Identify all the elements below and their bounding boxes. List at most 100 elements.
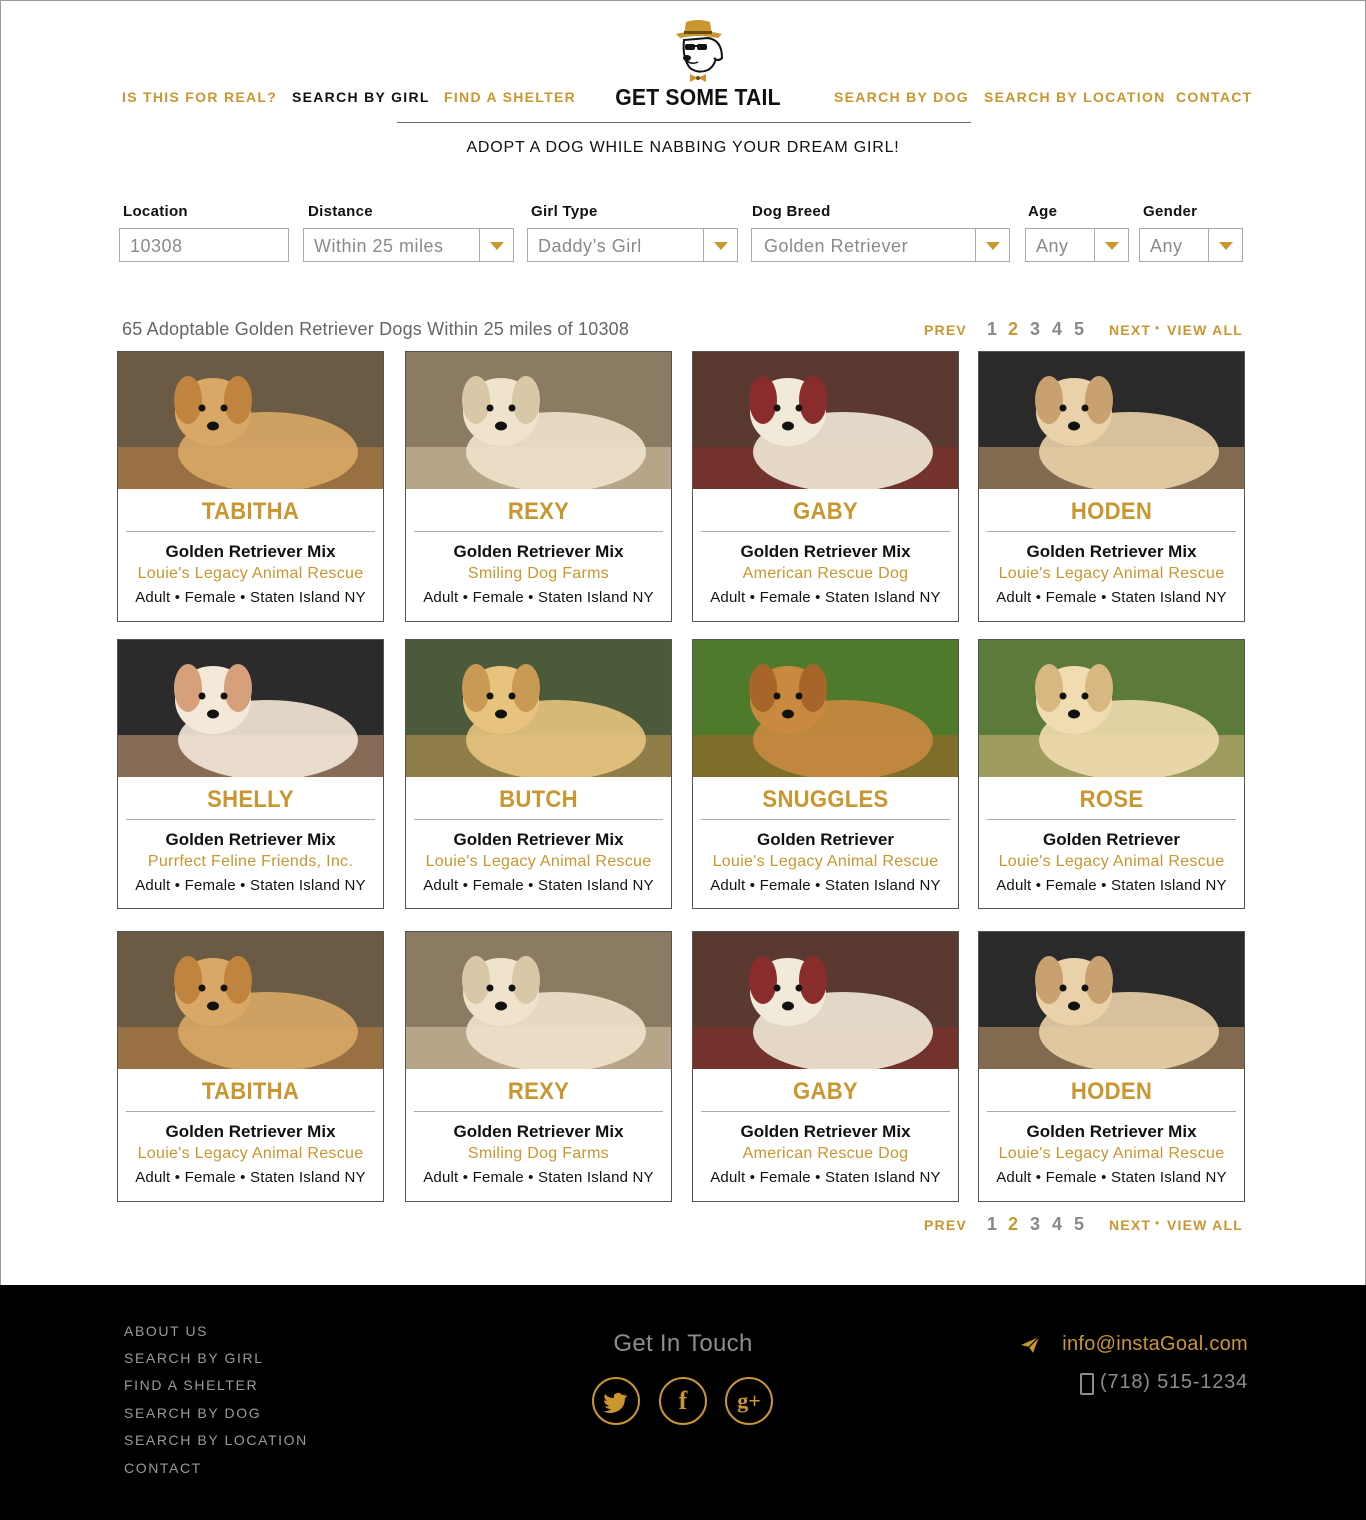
dog-name[interactable]: REXY [417, 1078, 661, 1106]
dog-photo[interactable] [406, 352, 671, 489]
dog-photo[interactable] [979, 932, 1244, 1069]
distance-select[interactable]: Within 25 miles [303, 228, 514, 262]
dog-name[interactable]: HODEN [990, 1078, 1234, 1106]
shelter-link[interactable]: Louie's Legacy Animal Rescue [118, 565, 383, 583]
shelter-link[interactable]: Louie's Legacy Animal Rescue [118, 1145, 383, 1163]
dog-card[interactable]: SNUGGLES Golden Retriever Louie's Legacy A… [692, 639, 959, 909]
page-link-1[interactable]: 1 [987, 319, 997, 340]
shelter-link[interactable]: Smiling Dog Farms [406, 565, 671, 583]
view-all-link[interactable]: VIEW ALL [1167, 1217, 1243, 1233]
dog-card[interactable]: REXY Golden Retriever Mix Smiling Dog Farm… [405, 351, 672, 622]
card-divider [701, 531, 950, 532]
girl-type-select[interactable]: Daddy’s Girl [527, 228, 738, 262]
nav-search-by-girl[interactable]: SEARCH BY GIRL [292, 89, 430, 105]
dog-name[interactable]: GABY [704, 498, 948, 526]
dog-card[interactable]: GABY Golden Retriever Mix American Rescue … [692, 351, 959, 622]
dog-card[interactable]: BUTCH Golden Retriever Mix Louie's Legacy … [405, 639, 672, 909]
card-divider [987, 1111, 1236, 1112]
dog-photo[interactable] [693, 352, 958, 489]
shelter-link[interactable]: Louie's Legacy Animal Rescue [979, 565, 1244, 583]
dog-photo[interactable] [118, 932, 383, 1069]
shelter-link[interactable]: Smiling Dog Farms [406, 1145, 671, 1163]
dog-card[interactable]: ROSE Golden Retriever Louie's Legacy Anima… [978, 639, 1245, 909]
dog-card[interactable]: HODEN Golden Retriever Mix Louie's Legacy … [978, 351, 1245, 622]
dog-photo[interactable] [693, 640, 958, 777]
page-link-4[interactable]: 4 [1052, 1214, 1062, 1235]
dog-name[interactable]: TABITHA [129, 498, 373, 526]
shelter-link[interactable]: Louie's Legacy Animal Rescue [693, 853, 958, 871]
page-link-4[interactable]: 4 [1052, 319, 1062, 340]
shelter-link[interactable]: Louie's Legacy Animal Rescue [979, 1145, 1244, 1163]
footer-link-contact[interactable]: CONTACT [124, 1460, 202, 1476]
shelter-link[interactable]: Louie's Legacy Animal Rescue [406, 853, 671, 871]
send-icon [1021, 1336, 1040, 1353]
dog-breed: Golden Retriever Mix [1026, 1122, 1197, 1141]
dog-breed-select[interactable]: Golden Retriever [751, 228, 1010, 262]
dog-breed-label: Dog Breed [752, 203, 831, 220]
shelter-link[interactable]: American Rescue Dog [693, 1145, 958, 1163]
footer-link-search-by-dog[interactable]: SEARCH BY DOG [124, 1405, 261, 1421]
page-link-3[interactable]: 3 [1030, 319, 1040, 340]
google-plus-icon[interactable]: g+ [725, 1377, 773, 1425]
dog-card[interactable]: REXY Golden Retriever Mix Smiling Dog Farm… [405, 931, 672, 1202]
dog-card[interactable]: HODEN Golden Retriever Mix Louie's Legacy … [978, 931, 1245, 1202]
nav-is-this-for-real[interactable]: IS THIS FOR REAL? [122, 89, 277, 105]
pagination-bottom: PREV 1 2 3 4 5 NEXT • VIEW ALL [924, 1214, 1244, 1236]
page-link-1[interactable]: 1 [987, 1214, 997, 1235]
dog-card[interactable]: SHELLY Golden Retriever Mix Purrfect Felin… [117, 639, 384, 909]
prev-page-link[interactable]: PREV [924, 322, 967, 338]
facebook-icon[interactable]: f [659, 1377, 707, 1425]
dog-photo[interactable] [406, 640, 671, 777]
page-link-5[interactable]: 5 [1074, 1214, 1084, 1235]
shelter-link[interactable]: American Rescue Dog [693, 565, 958, 583]
site-logo[interactable]: GET SOME TAIL [560, 18, 836, 118]
next-page-link[interactable]: NEXT [1109, 1217, 1151, 1233]
gender-select[interactable]: Any [1139, 228, 1243, 262]
contact-email[interactable]: info@instaGoal.com [1020, 1333, 1248, 1357]
dog-breed: Golden Retriever Mix [453, 1122, 624, 1141]
dog-photo[interactable] [979, 352, 1244, 489]
dog-card[interactable]: TABITHA Golden Retriever Mix Louie's Legac… [117, 931, 384, 1202]
nav-search-by-location[interactable]: SEARCH BY LOCATION [984, 89, 1166, 105]
dog-name[interactable]: GABY [704, 1078, 948, 1106]
dog-card[interactable]: GABY Golden Retriever Mix American Rescue … [692, 931, 959, 1202]
dog-photo[interactable] [979, 640, 1244, 777]
dog-name[interactable]: REXY [417, 498, 661, 526]
location-input[interactable]: 10308 [119, 228, 289, 262]
dog-name[interactable]: SNUGGLES [704, 786, 948, 814]
page-link-3[interactable]: 3 [1030, 1214, 1040, 1235]
dog-name[interactable]: BUTCH [417, 786, 661, 814]
shelter-link[interactable]: Purrfect Feline Friends, Inc. [118, 853, 383, 871]
shelter-link[interactable]: Louie's Legacy Animal Rescue [979, 853, 1244, 871]
page-link-2[interactable]: 2 [1008, 319, 1018, 340]
dog-name[interactable]: SHELLY [129, 786, 373, 814]
dog-photo[interactable] [118, 352, 383, 489]
dog-name[interactable]: ROSE [990, 786, 1234, 814]
dog-photo[interactable] [406, 932, 671, 1069]
dog-photo[interactable] [693, 932, 958, 1069]
next-page-link[interactable]: NEXT [1109, 322, 1151, 338]
age-select[interactable]: Any [1025, 228, 1129, 262]
dog-name[interactable]: HODEN [990, 498, 1234, 526]
footer-link-find-a-shelter[interactable]: FIND A SHELTER [124, 1377, 258, 1393]
dog-card[interactable]: TABITHA Golden Retriever Mix Louie's Legac… [117, 351, 384, 622]
results-summary: 65 Adoptable Golden Retriever Dogs Withi… [122, 319, 630, 339]
page-link-5[interactable]: 5 [1074, 319, 1084, 340]
contact-phone[interactable]: (718) 515-1234 [1080, 1371, 1248, 1395]
footer-link-search-by-location[interactable]: SEARCH BY LOCATION [124, 1432, 308, 1448]
dog-breed: Golden Retriever [757, 830, 894, 849]
distance-label: Distance [308, 203, 373, 220]
dog-breed: Golden Retriever Mix [740, 1122, 911, 1141]
prev-page-link[interactable]: PREV [924, 1217, 967, 1233]
nav-find-a-shelter[interactable]: FIND A SHELTER [444, 89, 576, 105]
dog-breed: Golden Retriever Mix [165, 830, 336, 849]
nav-contact[interactable]: CONTACT [1176, 89, 1253, 105]
view-all-link[interactable]: VIEW ALL [1167, 322, 1243, 338]
nav-search-by-dog[interactable]: SEARCH BY DOG [834, 89, 969, 105]
twitter-icon[interactable] [592, 1377, 640, 1425]
page-link-2[interactable]: 2 [1008, 1214, 1018, 1235]
dog-photo[interactable] [118, 640, 383, 777]
dog-name[interactable]: TABITHA [129, 1078, 373, 1106]
phone-number: (718) 515-1234 [1100, 1371, 1248, 1393]
dog-details: Adult • Female • Staten Island NY [710, 589, 941, 606]
